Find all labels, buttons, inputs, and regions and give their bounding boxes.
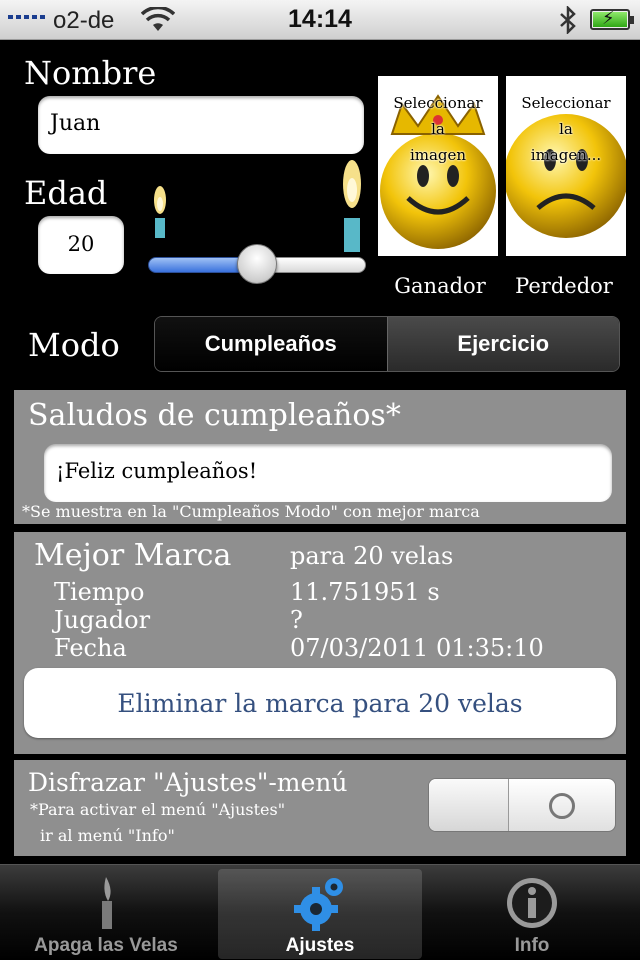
tab-label: Apaga las Velas [34, 935, 178, 956]
best-record-panel: Mejor Marca para 20 velas Tiempo 11.7519… [14, 532, 626, 754]
disguise-note-line1: *Para activar el menú "Ajustes" [30, 800, 286, 819]
tab-label: Info [514, 935, 550, 956]
slider-thumb[interactable] [237, 244, 277, 284]
clock: 14:14 [288, 5, 352, 33]
tab-ajustes[interactable]: Ajustes [218, 869, 422, 959]
age-input[interactable]: 20 [38, 216, 124, 274]
greeting-note: *Se muestra en la "Cumpleaños Modo" con … [22, 502, 480, 521]
tab-apaga-las-velas[interactable]: Apaga las Velas [4, 869, 208, 959]
greeting-input[interactable]: ¡Feliz cumpleaños! [44, 444, 612, 502]
large-candle-icon [343, 160, 361, 252]
mode-option-cumpleanos[interactable]: Cumpleaños [155, 317, 387, 371]
gear-icon [294, 878, 343, 931]
delete-record-button[interactable]: Eliminar la marca para 20 velas [24, 668, 616, 738]
record-time-value: 11.751951 s [290, 578, 440, 606]
loser-image-caption: Seleccionar la imagen... [521, 94, 611, 164]
record-time-label: Tiempo [54, 578, 145, 606]
status-bar: o2-de 14:14 ⚡ [0, 0, 640, 40]
candle-icon [102, 877, 112, 929]
loser-image-button[interactable]: Seleccionar la imagen... [506, 76, 626, 256]
small-candle-icon [154, 186, 166, 238]
record-date-value: 07/03/2011 01:35:10 [290, 634, 544, 662]
winner-label: Ganador [394, 274, 486, 298]
record-title: Mejor Marca [34, 538, 232, 573]
winner-image-button[interactable]: Seleccionar la imagen [378, 76, 498, 256]
greeting-title: Saludos de cumpleaños* [28, 398, 401, 433]
tab-info[interactable]: Info [430, 869, 634, 959]
name-label: Nombre [24, 54, 157, 92]
disguise-note-line2: ir al menú "Info" [40, 826, 175, 845]
tab-bar: Apaga las Velas Ajustes Info [0, 864, 640, 960]
disguise-panel: Disfrazar "Ajustes"-menú *Para activar e… [14, 760, 626, 856]
winner-image-caption: Seleccionar la imagen [393, 94, 483, 164]
info-icon [507, 878, 557, 928]
loser-label: Perdedor [515, 274, 613, 298]
record-player-value: ? [290, 606, 303, 634]
name-input[interactable]: Juan [38, 96, 364, 154]
disguise-title: Disfrazar "Ajustes"-menú [28, 768, 348, 797]
record-candles: para 20 velas [290, 542, 454, 570]
bluetooth-icon [560, 6, 576, 34]
greeting-panel: Saludos de cumpleaños* ¡Feliz cumpleaños… [14, 390, 626, 524]
mode-label: Modo [28, 326, 120, 364]
record-date-label: Fecha [54, 634, 127, 662]
tab-label: Ajustes [285, 935, 355, 956]
mode-option-ejercicio[interactable]: Ejercicio [386, 317, 619, 371]
age-label: Edad [24, 174, 108, 212]
record-player-label: Jugador [54, 606, 151, 634]
off-indicator-icon [549, 793, 575, 819]
toggle-knob [429, 779, 509, 831]
disguise-toggle[interactable] [428, 778, 616, 832]
mode-segmented-control[interactable]: Cumpleaños Ejercicio [154, 316, 620, 372]
candle-count-slider[interactable] [148, 244, 366, 284]
battery-icon: ⚡ [590, 8, 634, 30]
